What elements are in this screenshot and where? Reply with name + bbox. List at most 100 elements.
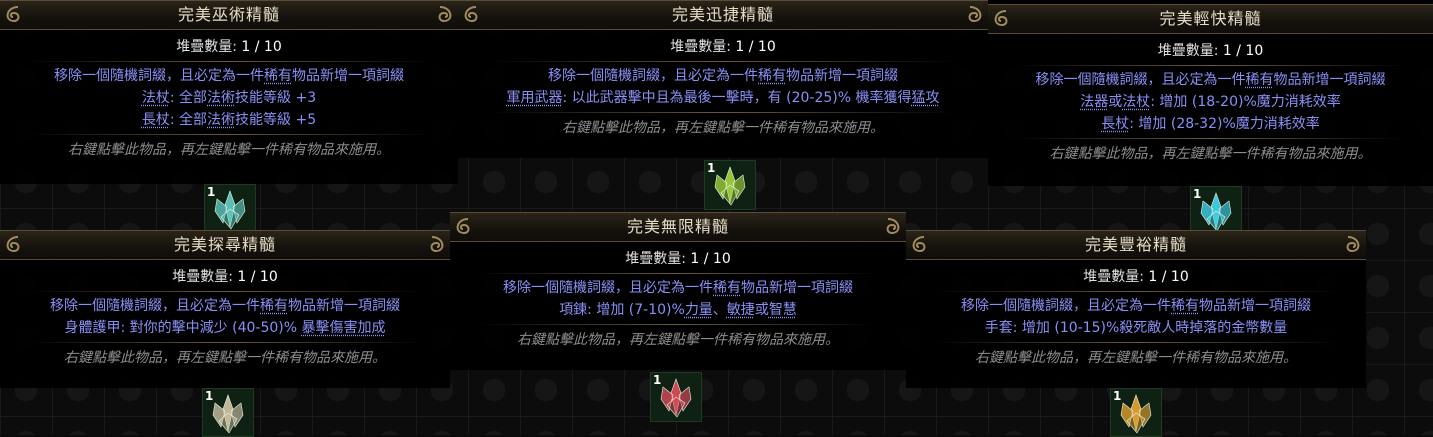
keyword-link[interactable]: 法杖 [142,90,170,106]
alacrity-essence-item[interactable]: 1 [1190,186,1242,236]
stack-size: 堆疊數量: 1 / 10 [988,40,1433,62]
keyword-link[interactable]: 法術 [207,90,235,106]
item-quantity: 1 [707,161,716,175]
modifier-line: 軍用武器: 以此武器擊中且為最後一擊時，有 (20-25)% 機率獲得猛攻 [458,87,988,109]
keyword-link[interactable]: 軍用武器 [507,90,563,106]
tooltip-infinite-essence: 完美無限精髓 堆疊數量: 1 / 10 移除一個隨機詞綴，且必定為一件稀有物品新… [450,212,906,370]
modifier-text: 項鍊: 增加 (7-10)% [559,302,685,318]
stack-size: 堆疊數量: 1 / 10 [906,266,1366,288]
modifier-lines: 移除一個隨機詞綴，且必定為一件稀有物品新增一項詞綴身體護甲: 對你的擊中減少 (… [0,295,450,339]
modifier-text: 移除一個隨機詞綴，且必定為一件 [50,298,260,314]
infinite-essence-item[interactable]: 1 [650,372,702,422]
haste-essence-item[interactable]: 1 [704,160,756,210]
modifier-text: : 全部 [169,90,208,106]
modifier-text: 技能等級 +5 [235,112,317,128]
modifier-line: 移除一個隨機詞綴，且必定為一件稀有物品新增一項詞綴 [906,295,1366,317]
keyword-link[interactable]: 智慧 [769,302,797,318]
item-quantity: 1 [1113,389,1122,403]
tooltip-header: 完美輕快精髓 [988,4,1433,34]
divider [933,342,1339,343]
tooltip-seeking-essence: 完美探尋精髓 堆疊數量: 1 / 10 移除一個隨機詞綴，且必定為一件稀有物品新… [0,230,450,388]
stack-value: 1 / 10 [690,251,731,267]
tooltip-title: 完美巫術精髓 [177,5,280,24]
modifier-text: 物品新增一項詞綴 [741,280,853,296]
stack-value: 1 / 10 [1148,269,1189,285]
stack-size: 堆疊數量: 1 / 10 [458,36,988,58]
header-ornament-left-icon [464,6,478,23]
header-ornament-right-icon [886,218,900,235]
stack-value: 1 / 10 [735,39,776,55]
divider [933,291,1339,292]
tooltip-title: 完美無限精髓 [626,217,729,236]
divider [27,61,431,62]
modifier-line: 法器或法杖: 增加 (18-20)%魔力消耗效率 [988,91,1433,113]
modifier-text: 物品新增一項詞綴 [292,68,404,84]
seeking-essence-item[interactable]: 1 [202,388,254,437]
keyword-link[interactable]: 力量 [685,302,713,318]
modifier-line: 移除一個隨機詞綴，且必定為一件稀有物品新增一項詞綴 [988,69,1433,91]
keyword-link[interactable]: 稀有 [1246,72,1274,88]
header-ornament-right-icon [438,6,452,23]
modifier-line: 手套: 增加 (10-15)%殺死敵人時掉落的金幣數量 [906,317,1366,339]
keyword-link[interactable]: 稀有 [713,280,741,296]
modifier-text: 身體護甲: 對你的擊中減少 (40-50)% [64,320,302,336]
abundance-essence-item[interactable]: 1 [1110,388,1162,437]
keyword-link[interactable]: 法術 [207,112,235,128]
usage-hint: 右鍵點擊此物品，再左鍵點擊一件稀有物品來施用。 [975,350,1297,366]
stack-label: 堆疊數量: [625,251,686,267]
divider [477,324,879,325]
item-quantity: 1 [653,373,662,387]
tooltip-abundance-essence: 完美豐裕精髓 堆疊數量: 1 / 10 移除一個隨機詞綴，且必定為一件稀有物品新… [906,230,1366,388]
keyword-link[interactable]: 法器 [1080,94,1108,110]
modifier-text: 移除一個隨機詞綴，且必定為一件 [548,68,758,84]
keyword-link[interactable]: 稀有 [758,68,786,84]
modifier-text: : 增加 (18-20)%魔力消耗效率 [1150,94,1341,110]
keyword-link[interactable]: 稀有 [264,68,292,84]
modifier-text: 物品新增一項詞綴 [786,68,898,84]
keyword-link[interactable]: 長杖 [1101,116,1129,132]
keyword-link[interactable]: 暴擊傷害加成 [301,320,385,336]
item-quantity: 1 [1193,187,1202,201]
keyword-link[interactable]: 稀有 [260,298,288,314]
tooltip-header: 完美探尋精髓 [0,230,450,260]
modifier-line: 長杖: 全部法術技能等級 +5 [0,109,458,131]
tooltip-sorcery-essence: 完美巫術精髓 堆疊數量: 1 / 10 移除一個隨機詞綴，且必定為一件稀有物品新… [0,0,458,184]
divider [477,273,879,274]
modifier-text: 移除一個隨機詞綴，且必定為一件 [54,68,264,84]
header-ornament-left-icon [6,6,20,23]
modifier-text: 物品新增一項詞綴 [1199,298,1311,314]
modifier-lines: 移除一個隨機詞綴，且必定為一件稀有物品新增一項詞綴 項鍊: 增加 (7-10)%力… [450,277,906,321]
sorcery-essence-item[interactable]: 1 [204,184,256,234]
modifier-text: 物品新增一項詞綴 [1273,72,1386,88]
tooltip-header: 完美豐裕精髓 [906,230,1366,260]
modifier-lines: 移除一個隨機詞綴，且必定為一件稀有物品新增一項詞綴 法杖: 全部法術技能等級 +3… [0,65,458,131]
keyword-link[interactable]: 長杖 [142,112,170,128]
modifier-text: 物品新增一項詞綴 [288,298,400,314]
keyword-link[interactable]: 猛攻 [911,90,939,106]
header-ornament-right-icon [430,236,444,253]
modifier-lines: 移除一個隨機詞綴，且必定為一件稀有物品新增一項詞綴 法器或法杖: 增加 (18-2… [988,69,1433,135]
modifier-text: : 增加 (28-32)%魔力消耗效率 [1129,116,1320,132]
modifier-text: 手套: 增加 (10-15)%殺死敵人時掉落的金幣數量 [984,320,1288,336]
modifier-text: 移除一個隨機詞綴，且必定為一件 [961,298,1171,314]
header-ornament-left-icon [6,236,20,253]
tooltip-alacrity-essence: 完美輕快精髓 堆疊數量: 1 / 10 移除一個隨機詞綴，且必定為一件稀有物品新… [988,0,1433,186]
stack-value: 1 / 10 [1222,43,1264,59]
modifier-lines: 移除一個隨機詞綴，且必定為一件稀有物品新增一項詞綴手套: 增加 (10-15)%… [906,295,1366,339]
usage-hint: 右鍵點擊此物品，再左鍵點擊一件稀有物品來施用。 [68,142,390,158]
divider [27,134,431,135]
keyword-link[interactable]: 敏捷 [727,302,755,318]
tooltip-haste-essence: 完美迅捷精髓 堆疊數量: 1 / 10 移除一個隨機詞綴，且必定為一件稀有物品新… [458,0,988,158]
usage-hint: 右鍵點擊此物品，再左鍵點擊一件稀有物品來施用。 [517,332,839,348]
stack-size: 堆疊數量: 1 / 10 [0,266,450,288]
keyword-link[interactable]: 法杖 [1122,94,1150,110]
header-ornament-right-icon [1346,236,1360,253]
tooltip-title: 完美迅捷精髓 [671,5,774,24]
stack-label: 堆疊數量: [176,39,237,55]
tooltip-title: 完美輕快精髓 [1159,9,1262,28]
keyword-link[interactable]: 稀有 [1171,298,1199,314]
modifier-line: 長杖: 增加 (28-32)%魔力消耗效率 [988,113,1433,135]
modifier-text: 移除一個隨機詞綴，且必定為一件 [1035,72,1246,88]
divider [489,61,957,62]
modifier-text: 技能等級 +3 [235,90,317,106]
